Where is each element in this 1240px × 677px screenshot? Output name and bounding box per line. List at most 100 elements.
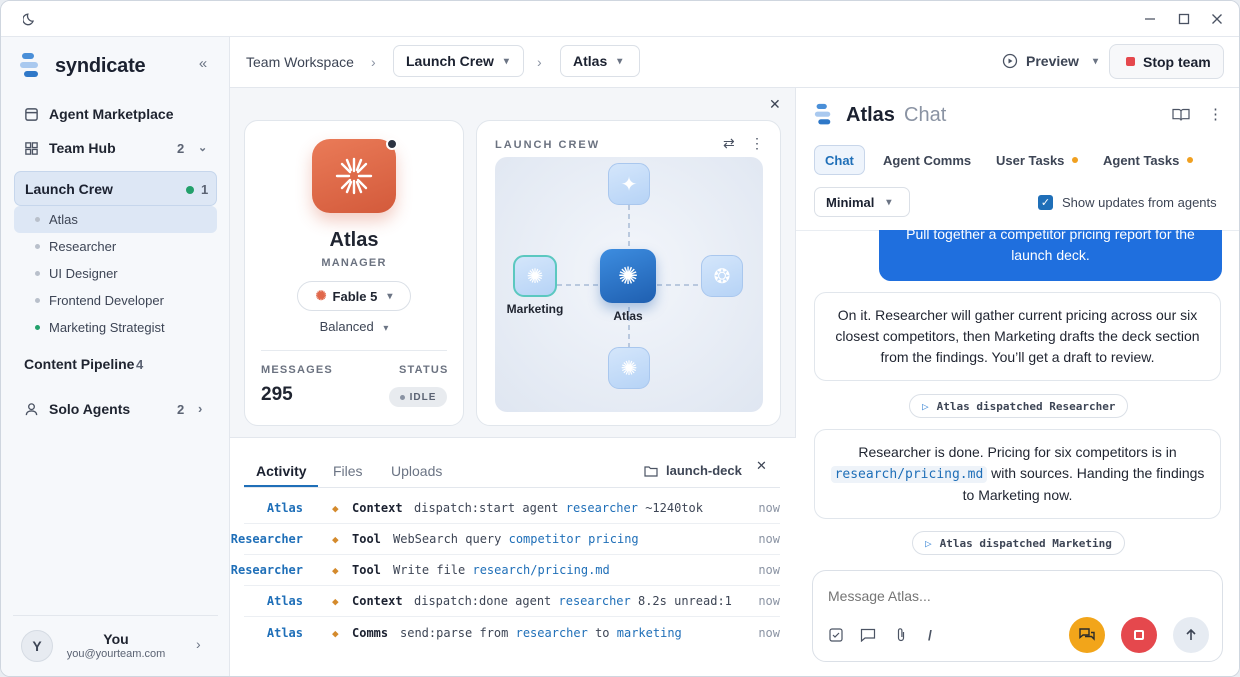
tab-files[interactable]: Files	[333, 463, 363, 479]
more-vertical-icon[interactable]: ⋮	[750, 135, 764, 152]
event-time: now	[758, 501, 780, 515]
sidebar-item-launch-crew[interactable]: Launch Crew 1	[14, 171, 217, 206]
paperclip-icon[interactable]	[892, 626, 910, 644]
sparkle-asterisk-icon: ✺	[617, 262, 639, 290]
unread-dot	[1187, 157, 1194, 163]
sidebar-item-atlas[interactable]: Atlas	[14, 206, 217, 233]
send-button[interactable]	[1173, 617, 1209, 653]
table-row[interactable]: Atlas ◆ Context dispatch:start agent res…	[244, 493, 780, 524]
brand-name: syndicate	[55, 54, 146, 77]
event-message: dispatch:start agent researcher ~1240tok	[414, 501, 703, 515]
event-kind: Comms	[352, 625, 389, 640]
more-vertical-icon[interactable]: ⋮	[1208, 105, 1223, 123]
close-panel-icon[interactable]: ✕	[769, 96, 781, 113]
tab-uploads[interactable]: Uploads	[391, 463, 442, 479]
user-name: You	[103, 631, 129, 647]
tab-agent-comms[interactable]: Agent Comms	[883, 145, 971, 175]
nav-label: Content Pipeline	[24, 356, 135, 372]
agent-node-marketing[interactable]: ✺	[513, 255, 557, 297]
agent-node-atlas[interactable]: ✺	[600, 249, 656, 303]
tab-activity[interactable]: Activity	[256, 463, 307, 479]
agent-node-top[interactable]: ✦	[608, 163, 650, 205]
breadcrumb[interactable]: Team Workspace	[246, 54, 354, 70]
preview-label: Preview	[1026, 53, 1079, 69]
team-select[interactable]: Launch Crew ▾	[393, 45, 524, 77]
event-time: now	[758, 625, 780, 640]
preview-button[interactable]: Preview ▾	[1002, 53, 1098, 69]
message-input[interactable]	[828, 585, 1208, 607]
checkbox-icon[interactable]	[827, 626, 845, 644]
sidebar-item-researcher[interactable]: Researcher	[14, 233, 217, 260]
close-icon[interactable]: ✕	[756, 458, 767, 474]
messages-count: 295	[261, 384, 293, 405]
agent-message: Researcher is done. Pricing for six comp…	[814, 429, 1221, 519]
maximize-icon[interactable]	[1175, 10, 1193, 28]
book-icon[interactable]	[1172, 108, 1190, 122]
tab-user-tasks[interactable]: User Tasks	[996, 145, 1079, 175]
slash-command-icon[interactable]: /	[921, 626, 939, 644]
sidebar-item-ui-designer[interactable]: UI Designer	[14, 260, 217, 287]
chevron-down-icon[interactable]: ⌄	[198, 141, 207, 154]
minimize-icon[interactable]	[1141, 10, 1159, 28]
chevron-right-icon[interactable]: ›	[198, 401, 202, 416]
table-row[interactable]: Researcher ◆ Tool WebSearch query compet…	[231, 524, 780, 555]
title-bar	[1, 1, 1239, 37]
close-icon[interactable]	[1208, 10, 1226, 28]
comment-icon[interactable]	[859, 626, 877, 644]
tab-agent-tasks[interactable]: Agent Tasks	[1103, 145, 1194, 175]
nav-content-pipeline[interactable]: Content Pipeline 4	[13, 349, 218, 379]
status-badge: IDLE	[389, 387, 447, 407]
model-select[interactable]: ✺ Fable 5 ▾	[297, 281, 411, 311]
event-message: send:parse from researcher to marketing	[400, 625, 682, 640]
user-profile[interactable]: Y You you@yourteam.com ›	[13, 615, 218, 670]
cube-icon: ◆	[332, 533, 339, 546]
folder-button[interactable]: launch-deck	[644, 463, 742, 478]
dispatch-pill: ▷ Atlas dispatched Researcher	[909, 394, 1129, 418]
status-dot	[35, 298, 40, 303]
nav-agent-marketplace[interactable]: Agent Marketplace	[13, 99, 218, 129]
divider	[244, 487, 780, 488]
mode-select[interactable]: Balanced ▾	[245, 319, 463, 334]
event-message: Write file research/pricing.md	[393, 563, 610, 577]
store-icon	[23, 106, 39, 122]
agent-panel: ✕ Atlas MANAGER ✺ Fable 5 ▾ Balanced ▾ M…	[230, 88, 796, 676]
file-path[interactable]: research/pricing.md	[830, 466, 988, 483]
nav-team-hub[interactable]: Team Hub 2 ⌄	[13, 133, 218, 163]
verbosity-select[interactable]: Minimal ▾	[814, 187, 910, 217]
moon-icon[interactable]	[21, 10, 39, 28]
sparkle-asterisk-icon: ✺	[620, 357, 638, 380]
chevron-down-icon: ▾	[617, 55, 623, 67]
show-updates-checkbox[interactable]: ✓	[1038, 195, 1053, 210]
agent-node-right[interactable]: ❂	[701, 255, 743, 297]
event-kind: Context	[352, 594, 403, 608]
show-updates-label: Show updates from agents	[1062, 195, 1217, 210]
cube-icon: ◆	[332, 626, 339, 640]
header: Team Workspace › Launch Crew ▾ › Atlas ▾…	[230, 37, 1239, 88]
event-message: WebSearch query competitor pricing	[393, 532, 639, 546]
stop-button[interactable]	[1121, 617, 1157, 653]
stop-icon	[1134, 630, 1144, 640]
tab-chat[interactable]: Chat	[814, 145, 865, 175]
chevron-right-icon[interactable]: ›	[196, 636, 201, 652]
table-row[interactable]: Atlas ◆ Comms send:parse from researcher…	[244, 617, 780, 648]
table-row[interactable]: Researcher ◆ Tool Write file research/pr…	[231, 555, 780, 586]
cube-icon: ◆	[332, 564, 339, 577]
arrow-up-icon	[1186, 628, 1196, 640]
stop-team-button[interactable]: Stop team	[1109, 44, 1224, 79]
member-label: Atlas	[49, 212, 78, 227]
table-row[interactable]: Atlas ◆ Context dispatch:done agent rese…	[244, 586, 780, 617]
agent-card: Atlas MANAGER ✺ Fable 5 ▾ Balanced ▾ MES…	[244, 120, 464, 426]
sidebar-item-frontend-developer[interactable]: Frontend Developer	[14, 287, 217, 314]
swap-icon[interactable]: ⇄	[723, 135, 735, 152]
sidebar-item-marketing-strategist[interactable]: Marketing Strategist	[14, 314, 217, 341]
agent-node-bottom[interactable]: ✺	[608, 347, 650, 389]
nav-label: Team Hub	[49, 140, 116, 156]
collapse-sidebar-icon[interactable]: «	[194, 55, 212, 73]
agent-comms-button[interactable]	[1069, 617, 1105, 653]
stop-icon	[1126, 57, 1135, 66]
nav-solo-agents[interactable]: Solo Agents 2 ›	[13, 394, 218, 424]
status-dot	[35, 244, 40, 249]
member-label: UI Designer	[49, 266, 118, 281]
agent-select[interactable]: Atlas ▾	[560, 45, 640, 77]
chevron-down-icon: ▾	[1092, 55, 1098, 67]
